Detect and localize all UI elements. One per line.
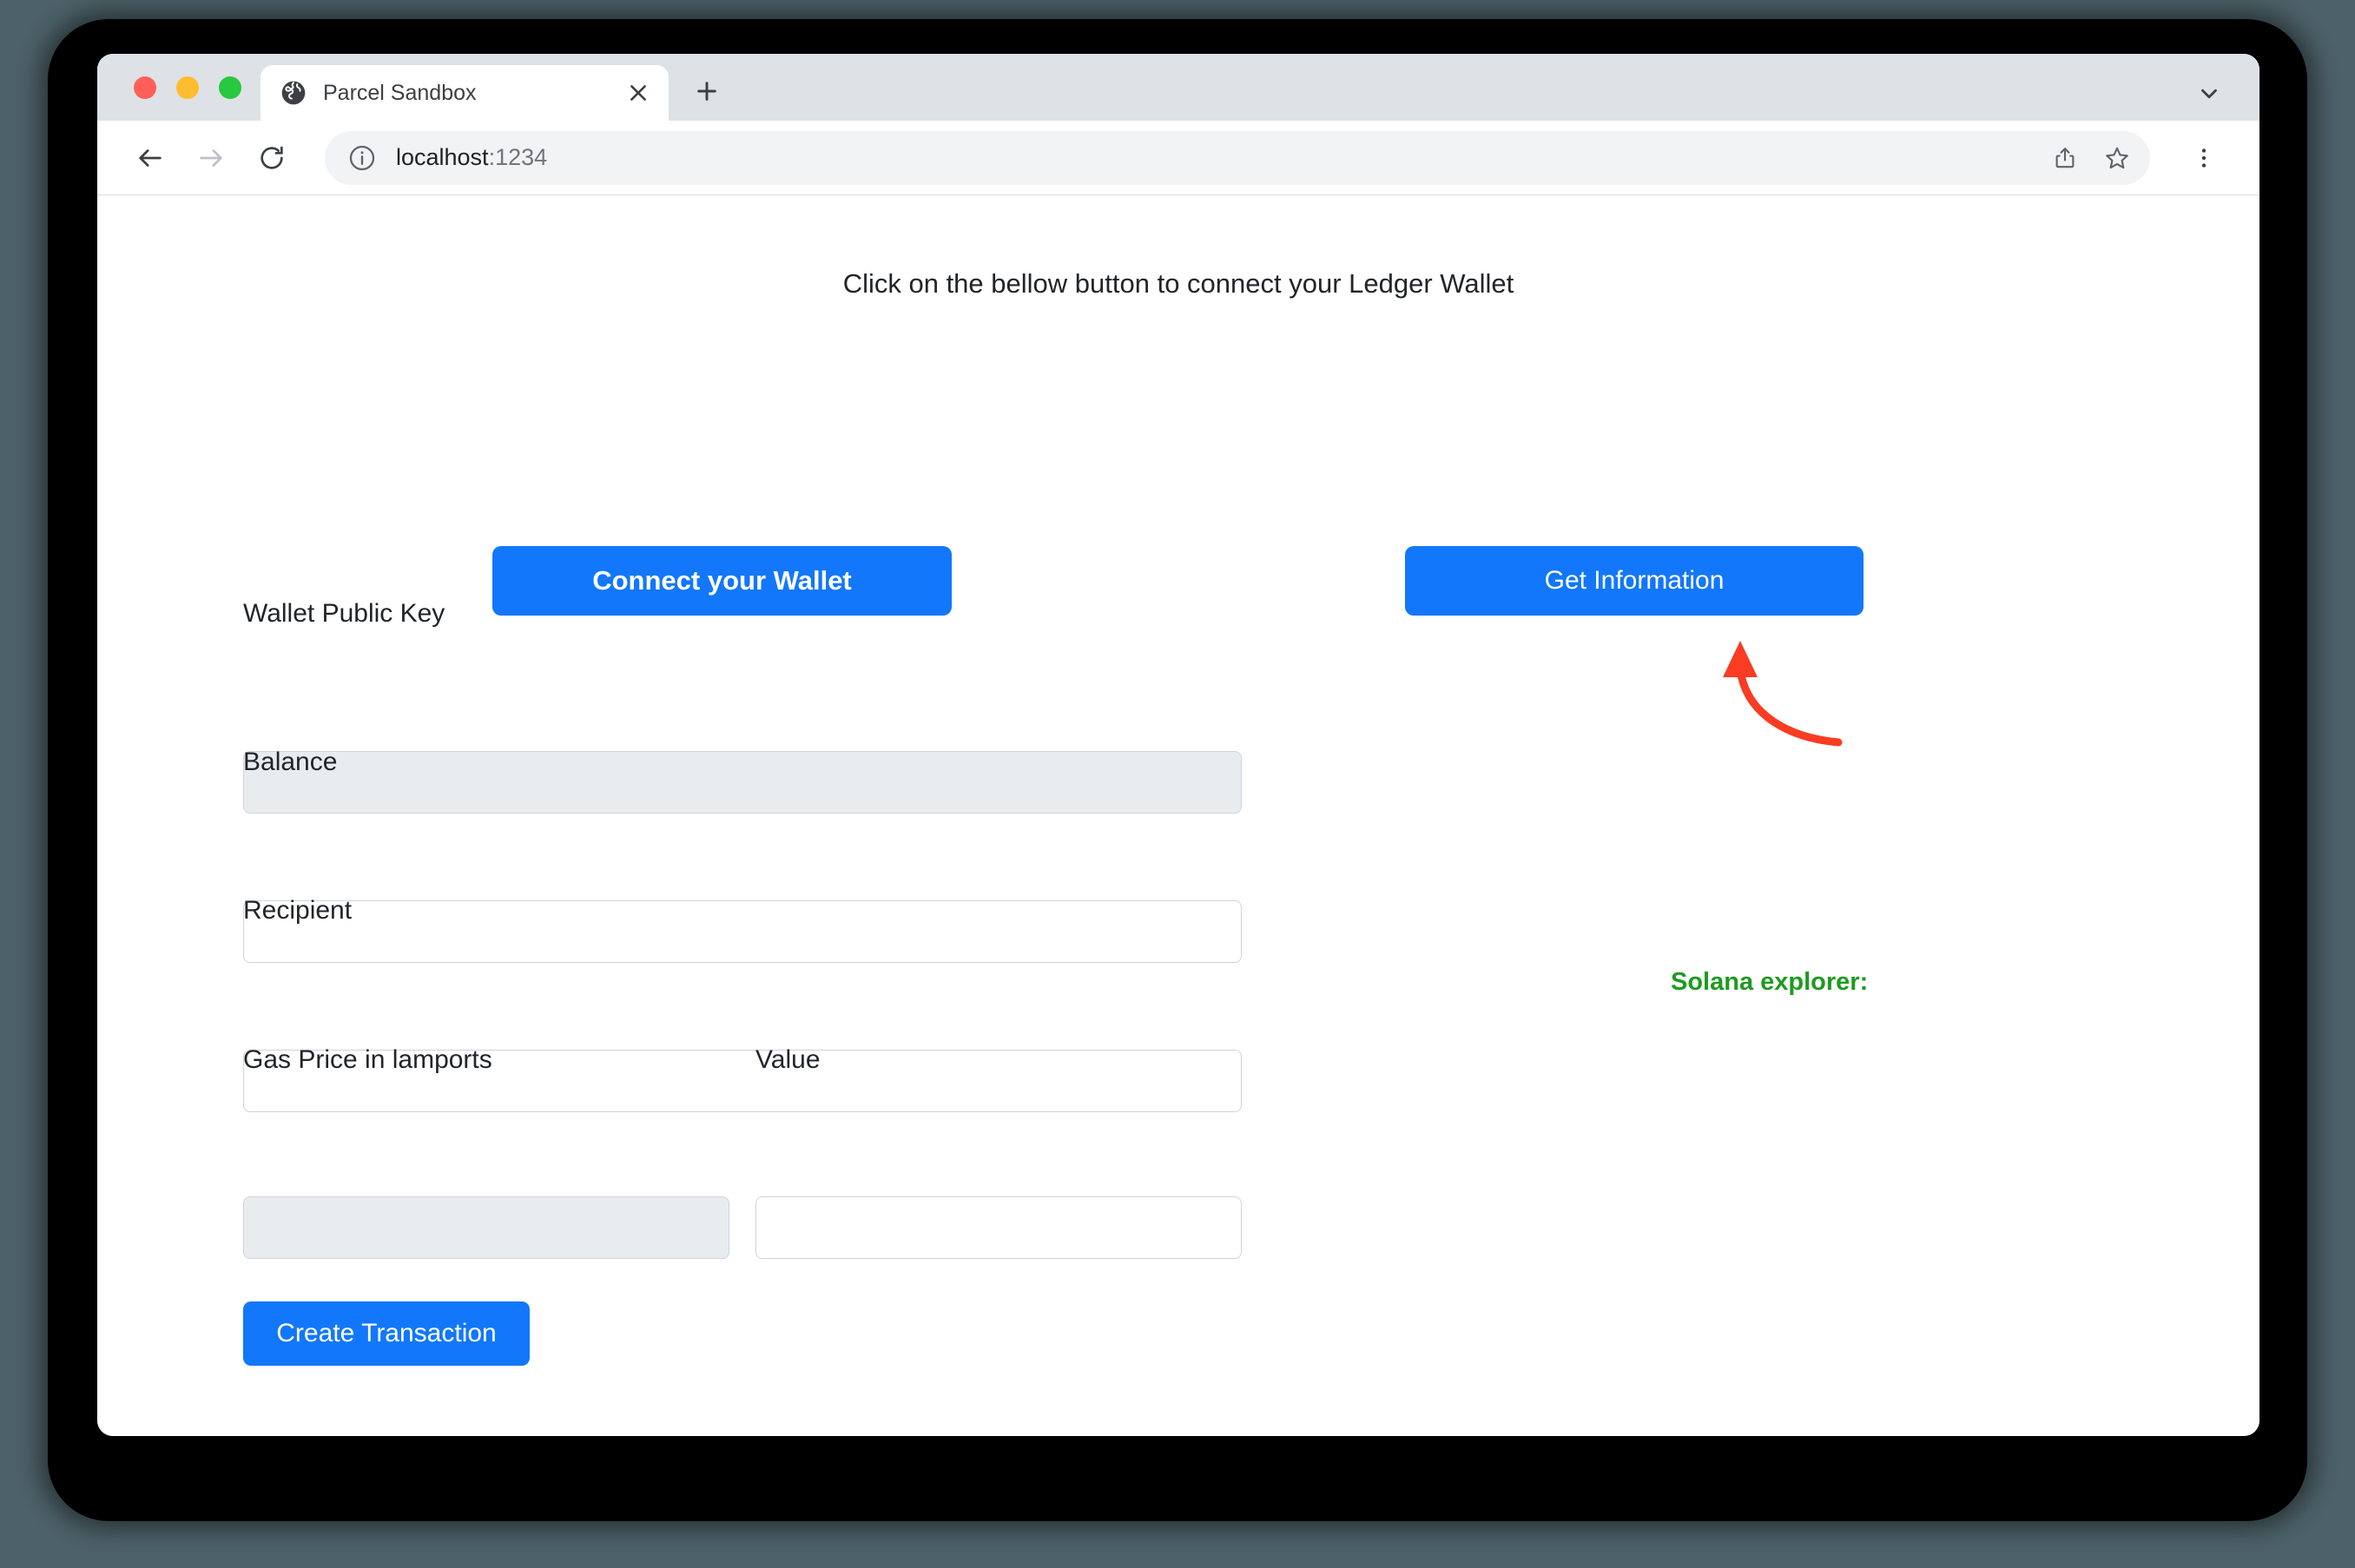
recipient-label: Recipient <box>243 896 353 925</box>
tab-list-button[interactable] <box>2192 76 2226 111</box>
url-host: localhost <box>396 144 489 170</box>
url-port: :1234 <box>488 144 548 170</box>
wallet-public-key-input[interactable] <box>243 751 1242 814</box>
tab-strip: Parcel Sandbox <box>97 54 2259 121</box>
reload-icon <box>261 146 283 169</box>
value-label: Value <box>755 1045 821 1074</box>
tab-title: Parcel Sandbox <box>323 80 477 105</box>
bookmark-button[interactable] <box>2093 134 2141 182</box>
info-circle-icon[interactable] <box>347 143 377 173</box>
tab-close-button[interactable] <box>618 73 658 113</box>
address-bar-url: localhost:1234 <box>396 144 2037 171</box>
page-viewport: Click on the bellow button to connect yo… <box>97 195 2259 1436</box>
back-button[interactable] <box>123 131 177 185</box>
window-maximize-button[interactable] <box>219 76 241 99</box>
window-close-button[interactable] <box>134 76 156 99</box>
gas-price-label: Gas Price in lamports <box>243 1045 492 1074</box>
reload-button[interactable] <box>245 131 299 185</box>
arrow-left-icon <box>139 148 162 167</box>
new-tab-button[interactable] <box>683 67 731 115</box>
browser-menu-button[interactable] <box>2180 134 2228 182</box>
star-icon <box>2106 147 2128 168</box>
balance-label: Balance <box>243 748 338 776</box>
forward-button[interactable] <box>184 131 238 185</box>
chevron-down-icon <box>2201 89 2217 99</box>
browser-window: Parcel Sandbox localhost:1234 Click on t… <box>97 54 2259 1436</box>
close-icon <box>630 85 646 101</box>
plus-icon <box>697 82 716 101</box>
address-bar[interactable]: localhost:1234 <box>325 130 2150 185</box>
three-dot-menu-icon <box>2201 148 2207 168</box>
browser-toolbar: localhost:1234 <box>97 121 2259 195</box>
create-transaction-button[interactable]: Create Transaction <box>243 1301 530 1366</box>
gas-price-input[interactable] <box>243 1196 729 1259</box>
balance-input[interactable] <box>243 900 1242 963</box>
transaction-form: Wallet Public Key Balance Recipient Gas … <box>97 195 2259 1436</box>
browser-tab[interactable]: Parcel Sandbox <box>261 65 669 121</box>
window-traffic-lights <box>97 54 261 121</box>
globe-icon <box>281 81 306 105</box>
arrow-right-icon <box>200 148 222 167</box>
share-button[interactable] <box>2041 134 2089 182</box>
window-minimize-button[interactable] <box>176 76 199 99</box>
solana-explorer-label: Solana explorer: <box>1671 968 1869 996</box>
share-icon <box>2055 147 2075 168</box>
wallet-public-key-label: Wallet Public Key <box>243 599 445 628</box>
value-input[interactable] <box>755 1196 1242 1259</box>
